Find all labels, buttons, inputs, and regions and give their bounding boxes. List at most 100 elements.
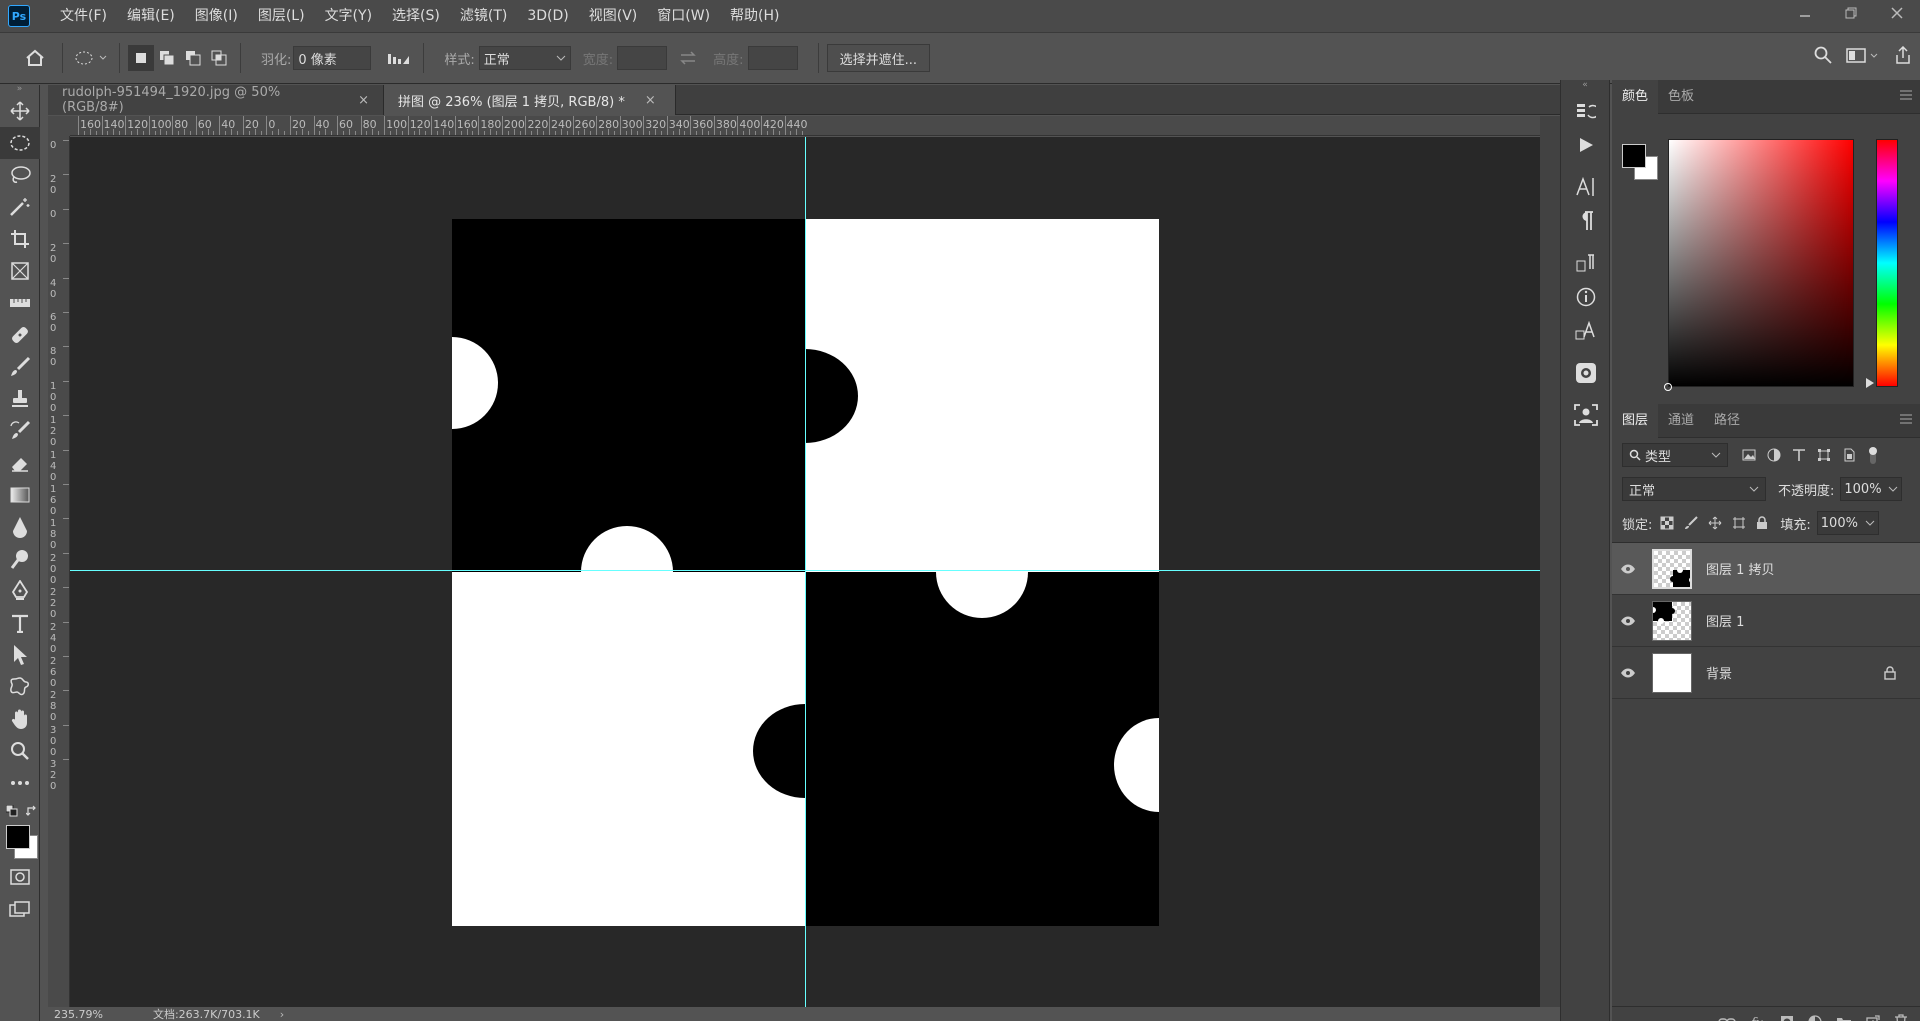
- vertical-guide[interactable]: [805, 137, 806, 1007]
- layer-row[interactable]: 图层 1: [1612, 595, 1920, 647]
- move-tool[interactable]: [0, 95, 40, 127]
- hue-slider[interactable]: [1876, 139, 1898, 387]
- ruler-corner[interactable]: [48, 116, 70, 136]
- collapse-arrows-icon[interactable]: »: [0, 85, 39, 95]
- adjustment-layer-icon[interactable]: [1808, 1014, 1822, 1021]
- restore-button[interactable]: [1828, 0, 1874, 26]
- visibility-eye-icon[interactable]: [1620, 616, 1638, 626]
- menu-image[interactable]: 图像(I): [185, 0, 248, 32]
- libraries-panel-button[interactable]: [1561, 356, 1611, 390]
- menu-3d[interactable]: 3D(D): [517, 0, 578, 32]
- menu-view[interactable]: 视图(V): [579, 0, 648, 32]
- panel-menu-icon[interactable]: [1900, 413, 1912, 428]
- foreground-color-swatch[interactable]: [1622, 144, 1646, 168]
- minimize-button[interactable]: [1782, 0, 1828, 26]
- swap-colors-icon[interactable]: [26, 805, 38, 817]
- intersect-selection-button[interactable]: [206, 45, 232, 71]
- search-icon[interactable]: [1814, 46, 1832, 64]
- people-panel-button[interactable]: [1561, 398, 1611, 432]
- horizontal-guide[interactable]: [70, 570, 1540, 571]
- quick-mask-button[interactable]: [0, 861, 40, 893]
- actions-panel-button[interactable]: [1561, 128, 1611, 162]
- style-select[interactable]: 正常: [478, 46, 571, 70]
- lock-all-icon[interactable]: [1756, 516, 1768, 530]
- type-tool[interactable]: [0, 607, 40, 639]
- workspace-icon[interactable]: [1846, 46, 1880, 64]
- default-colors-icon[interactable]: [6, 805, 18, 817]
- pen-tool[interactable]: [0, 575, 40, 607]
- color-picker-field[interactable]: [1668, 139, 1854, 387]
- pixel-filter-icon[interactable]: [1742, 449, 1756, 461]
- antialias-toggle[interactable]: [385, 45, 411, 71]
- visibility-eye-icon[interactable]: [1620, 564, 1638, 574]
- fx-icon[interactable]: fx: [1750, 1015, 1766, 1021]
- eraser-tool[interactable]: [0, 447, 40, 479]
- custom-shape-tool[interactable]: [0, 671, 40, 703]
- tab-rudolph[interactable]: rudolph-951494_1920.jpg @ 50%(RGB/8#) ×: [48, 85, 384, 115]
- blend-mode-select[interactable]: 正常: [1622, 477, 1766, 501]
- panel-menu-icon[interactable]: [1900, 89, 1912, 104]
- brush-tool[interactable]: [0, 351, 40, 383]
- shape-filter-icon[interactable]: [1817, 448, 1831, 462]
- menu-type[interactable]: 文字(Y): [315, 0, 382, 32]
- tab-close-icon[interactable]: ×: [358, 93, 369, 108]
- vertical-scrollbar[interactable]: [1540, 116, 1560, 1021]
- tab-close-icon[interactable]: ×: [645, 93, 656, 108]
- tool-preset-picker[interactable]: [71, 45, 111, 71]
- menu-help[interactable]: 帮助(H): [720, 0, 789, 32]
- home-button[interactable]: [22, 45, 48, 71]
- lock-transparent-icon[interactable]: [1660, 516, 1674, 530]
- lock-artboard-icon[interactable]: [1732, 516, 1746, 530]
- lasso-tool[interactable]: [0, 159, 40, 191]
- dodge-tool[interactable]: [0, 543, 40, 575]
- close-button[interactable]: [1874, 0, 1920, 26]
- share-icon[interactable]: [1894, 46, 1912, 64]
- healing-brush-tool[interactable]: [0, 319, 40, 351]
- fill-input[interactable]: 100%: [1816, 511, 1879, 535]
- history-brush-tool[interactable]: [0, 415, 40, 447]
- layer-name[interactable]: 图层 1 拷贝: [1706, 559, 1775, 578]
- feather-input[interactable]: 0 像素: [293, 46, 372, 70]
- elliptical-marquee-tool[interactable]: [0, 127, 40, 159]
- lock-position-icon[interactable]: [1708, 516, 1722, 530]
- height-input[interactable]: [747, 46, 798, 70]
- blur-tool[interactable]: [0, 511, 40, 543]
- lock-pixels-icon[interactable]: [1684, 516, 1699, 530]
- layer-row[interactable]: 背景: [1612, 647, 1920, 699]
- hue-marker-icon[interactable]: [1866, 378, 1874, 388]
- layer-name[interactable]: 图层 1: [1706, 611, 1744, 630]
- tab-channels[interactable]: 通道: [1658, 404, 1704, 438]
- tab-swatches[interactable]: 色板: [1658, 80, 1704, 114]
- status-menu-chevron-icon[interactable]: ›: [280, 1008, 284, 1021]
- foreground-color-swatch[interactable]: [6, 825, 30, 849]
- width-input[interactable]: [617, 46, 668, 70]
- tab-color[interactable]: 颜色: [1612, 79, 1659, 114]
- edit-toolbar-button[interactable]: [0, 767, 40, 799]
- menu-filter[interactable]: 滤镜(T): [450, 0, 517, 32]
- tab-puzzle[interactable]: 拼图 @ 236% (图层 1 拷贝, RGB/8) * ×: [384, 85, 676, 115]
- layer-name[interactable]: 背景: [1706, 663, 1732, 682]
- visibility-eye-icon[interactable]: [1620, 668, 1638, 678]
- new-group-icon[interactable]: [1836, 1015, 1852, 1021]
- canvas-area[interactable]: [70, 137, 1540, 1007]
- path-selection-tool[interactable]: [0, 639, 40, 671]
- link-layers-icon[interactable]: [1718, 1017, 1736, 1021]
- hand-tool[interactable]: [0, 703, 40, 735]
- menu-window[interactable]: 窗口(W): [647, 0, 720, 32]
- clone-stamp-tool[interactable]: [0, 383, 40, 415]
- character-panel-button[interactable]: [1561, 170, 1611, 204]
- add-selection-button[interactable]: [154, 45, 180, 71]
- delete-layer-icon[interactable]: [1894, 1013, 1908, 1021]
- screen-mode-button[interactable]: [0, 893, 40, 925]
- smart-object-filter-icon[interactable]: [1842, 448, 1856, 462]
- character-styles-button[interactable]: [1561, 314, 1611, 348]
- gradient-tool[interactable]: [0, 479, 40, 511]
- filter-toggle-icon[interactable]: [1867, 445, 1879, 465]
- layer-row[interactable]: 图层 1 拷贝: [1612, 543, 1920, 595]
- history-panel-button[interactable]: [1561, 94, 1611, 128]
- horizontal-ruler[interactable]: 160 140 120 100 80 60 40 20 0 20 40 60 80 100 120 140 16…: [70, 116, 1540, 136]
- new-layer-icon[interactable]: [1866, 1014, 1880, 1021]
- frame-tool[interactable]: [0, 255, 40, 287]
- paragraph-styles-button[interactable]: [1561, 246, 1611, 280]
- paragraph-panel-button[interactable]: [1561, 204, 1611, 238]
